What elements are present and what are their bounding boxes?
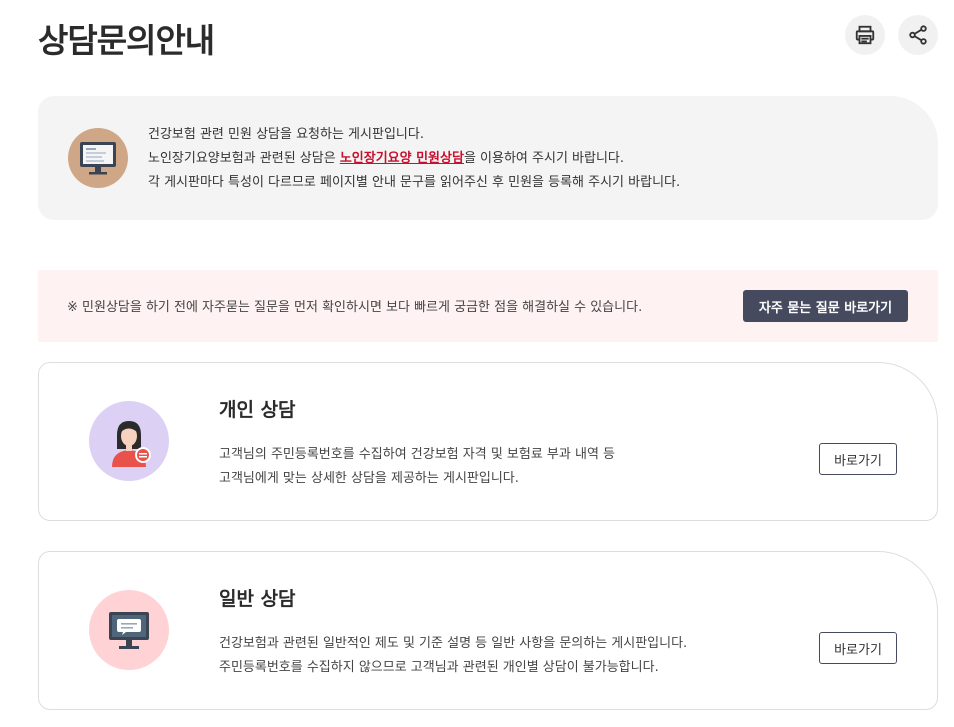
general-consult-go-button[interactable]: 바로가기 xyxy=(819,632,897,664)
page-title: 상담문의안내 xyxy=(38,21,215,60)
intro-line-2-prefix: 노인장기요양보험과 관련된 상담은 xyxy=(148,151,340,166)
card-title: 일반 상담 xyxy=(219,588,296,610)
faq-notice-bar: ※ 민원상담을 하기 전에 자주묻는 질문을 먼저 확인하시면 보다 빠르게 궁… xyxy=(38,270,938,342)
personal-consult-card: 개인 상담 고객님의 주민등록번호를 수집하여 건강보험 자격 및 보험료 부과… xyxy=(38,362,938,521)
faq-notice-text: ※ 민원상담을 하기 전에 자주묻는 질문을 먼저 확인하시면 보다 빠르게 궁… xyxy=(67,300,643,315)
card-description: 건강보험과 관련된 일반적인 제도 및 기준 설명 등 일반 사항을 문의하는 … xyxy=(219,632,687,680)
monitor-chat-icon xyxy=(89,590,169,670)
card-desc-line-1: 건강보험과 관련된 일반적인 제도 및 기준 설명 등 일반 사항을 문의하는 … xyxy=(219,636,688,651)
intro-line-1: 건강보험 관련 민원 상담을 요청하는 게시판입니다. xyxy=(148,127,424,142)
intro-line-2-suffix: 을 이용하여 주시기 바랍니다. xyxy=(463,151,625,166)
card-desc-line-1: 고객님의 주민등록번호를 수집하여 건강보험 자격 및 보험료 부과 내역 등 xyxy=(219,447,615,462)
intro-line-3: 각 게시판마다 특성이 다르므로 페이지별 안내 문구를 읽어주신 후 민원을 … xyxy=(148,175,681,190)
ltc-consult-link[interactable]: 노인장기요양 민원상담 xyxy=(340,151,464,166)
card-description: 고객님의 주민등록번호를 수집하여 건강보험 자격 및 보험료 부과 내역 등 … xyxy=(219,443,615,491)
card-title: 개인 상담 xyxy=(219,399,296,421)
print-icon xyxy=(855,25,875,45)
intro-text: 건강보험 관련 민원 상담을 요청하는 게시판입니다. 노인장기요양보험과 관련… xyxy=(148,123,680,195)
share-button[interactable] xyxy=(898,15,938,55)
general-consult-card: 일반 상담 건강보험과 관련된 일반적인 제도 및 기준 설명 등 일반 사항을… xyxy=(38,551,938,710)
intro-line-2: 노인장기요양보험과 관련된 상담은 노인장기요양 민원상담을 이용하여 주시기 … xyxy=(148,147,680,171)
intro-box: 건강보험 관련 민원 상담을 요청하는 게시판입니다. 노인장기요양보험과 관련… xyxy=(38,96,938,220)
card-desc-line-2: 고객님에게 맞는 상세한 상담을 제공하는 게시판입니다. xyxy=(219,471,519,486)
personal-consult-go-button[interactable]: 바로가기 xyxy=(819,443,897,475)
counselor-icon xyxy=(89,401,169,481)
share-icon xyxy=(909,25,927,45)
monitor-icon xyxy=(68,128,128,188)
card-desc-line-2: 주민등록번호를 수집하지 않으므로 고객님과 관련된 개인별 상담이 불가능합니… xyxy=(219,660,659,675)
faq-shortcut-button[interactable]: 자주 묻는 질문 바로가기 xyxy=(743,290,908,322)
print-button[interactable] xyxy=(845,15,885,55)
